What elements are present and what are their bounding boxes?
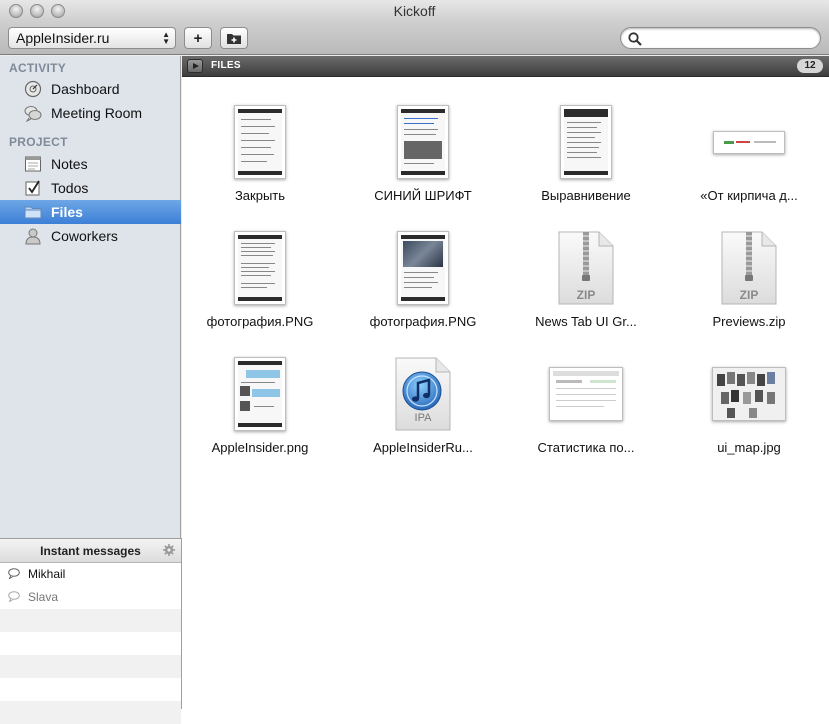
sidebar-item-label: Coworkers <box>51 228 118 244</box>
sidebar: ACTIVITY Dashboard Meeting Room PROJECT <box>0 56 181 538</box>
file-item[interactable]: СИНИЙ ШРИФТ <box>348 100 498 220</box>
sidebar-item-label: Notes <box>51 156 88 172</box>
contact-name: Mikhail <box>28 567 66 581</box>
file-name: фотография.PNG <box>369 314 477 329</box>
file-name: News Tab UI Gr... <box>535 314 637 329</box>
ipa-badge: IPA <box>414 412 432 424</box>
file-item[interactable]: IPA AppleInsiderRu... <box>348 352 498 472</box>
files-view: FILES 12 Закрыть СИНИЙ ШРИФТ Выравнивени… <box>182 56 829 709</box>
notes-icon <box>25 156 41 172</box>
gear-icon[interactable] <box>163 544 175 556</box>
disclosure-button[interactable] <box>187 59 203 73</box>
file-name: Статистика по... <box>537 440 635 455</box>
select-arrows-icon: ▲ ▼ <box>162 30 170 46</box>
folder-add-icon <box>227 33 241 44</box>
window-title: Kickoff <box>393 3 436 19</box>
file-name: СИНИЙ ШРИФТ <box>374 188 472 203</box>
kickoff-window: Kickoff AppleInsider.ru ▲ ▼ + ACTIVITY D… <box>0 0 829 724</box>
project-select-value: AppleInsider.ru <box>16 30 110 46</box>
file-name: «От кирпича д... <box>700 188 798 203</box>
search-icon <box>628 32 642 46</box>
title-toolbar: Kickoff AppleInsider.ru ▲ ▼ + <box>0 0 829 55</box>
file-thumbnail <box>185 226 335 310</box>
checkbox-icon <box>25 180 40 196</box>
empty-row <box>0 655 181 678</box>
chat-bubble-icon <box>8 591 20 602</box>
file-thumbnail: ZIP <box>511 226 661 310</box>
files-section-label: FILES <box>211 60 241 71</box>
add-button[interactable]: + <box>184 27 212 49</box>
empty-row <box>0 609 181 632</box>
sidebar-item-coworkers[interactable]: Coworkers <box>0 224 181 248</box>
instant-messages-panel: Instant messages Mikhail Slava <box>0 538 182 724</box>
sidebar-item-label: Files <box>51 204 83 220</box>
file-thumbnail <box>511 100 661 184</box>
file-thumbnail <box>511 352 661 436</box>
contact-name: Slava <box>28 590 59 604</box>
file-thumbnail: ZIP <box>674 226 824 310</box>
sidebar-item-label: Dashboard <box>51 81 120 97</box>
file-thumbnail <box>674 352 824 436</box>
file-item[interactable]: AppleInsider.png <box>185 352 335 472</box>
zip-badge: ZIP <box>576 288 596 302</box>
dashboard-icon <box>24 80 42 98</box>
file-item[interactable]: Закрыть <box>185 100 335 220</box>
chat-bubble-icon <box>8 568 20 579</box>
contact-row-mikhail[interactable]: Mikhail <box>0 563 181 586</box>
sidebar-item-label: Meeting Room <box>51 105 143 121</box>
project-header: PROJECT <box>9 135 68 149</box>
search-input[interactable] <box>620 27 821 49</box>
file-thumbnail <box>674 100 824 184</box>
file-name: ui_map.jpg <box>717 440 781 455</box>
files-path-bar: FILES 12 <box>182 56 829 77</box>
file-item[interactable]: Выравнивение <box>511 100 661 220</box>
file-item[interactable]: «От кирпича д... <box>674 100 824 220</box>
file-item[interactable]: фотография.PNG <box>348 226 498 346</box>
file-item[interactable]: ZIP News Tab UI Gr... <box>511 226 661 346</box>
file-thumbnail <box>348 100 498 184</box>
file-thumbnail: IPA <box>348 352 498 436</box>
sidebar-item-todos[interactable]: Todos <box>0 176 181 200</box>
zip-badge: ZIP <box>739 288 759 302</box>
instant-messages-header: Instant messages <box>0 539 181 563</box>
file-name: AppleInsiderRu... <box>373 440 473 455</box>
sidebar-item-meeting-room[interactable]: Meeting Room <box>0 101 181 125</box>
file-name: Выравнивение <box>541 188 631 203</box>
file-name: Закрыть <box>234 188 286 203</box>
person-icon <box>25 228 41 245</box>
file-thumbnail <box>348 226 498 310</box>
instant-messages-title: Instant messages <box>40 544 141 558</box>
file-item[interactable]: фотография.PNG <box>185 226 335 346</box>
file-count-badge: 12 <box>797 59 823 73</box>
file-item[interactable]: ZIP Previews.zip <box>674 226 824 346</box>
activity-header: ACTIVITY <box>9 61 67 75</box>
contact-row-slava[interactable]: Slava <box>0 586 181 609</box>
chat-bubbles-icon <box>24 106 42 122</box>
sidebar-item-label: Todos <box>51 180 89 196</box>
new-folder-button[interactable] <box>220 27 248 49</box>
project-select[interactable]: AppleInsider.ru ▲ ▼ <box>8 27 176 49</box>
file-name: Previews.zip <box>712 314 786 329</box>
sidebar-item-files[interactable]: Files <box>0 200 181 224</box>
file-name: фотография.PNG <box>206 314 314 329</box>
file-item[interactable]: Статистика по... <box>511 352 661 472</box>
folder-icon <box>24 206 42 219</box>
sidebar-item-dashboard[interactable]: Dashboard <box>0 77 181 101</box>
sidebar-item-notes[interactable]: Notes <box>0 152 181 176</box>
file-thumbnail <box>185 352 335 436</box>
file-thumbnail <box>185 100 335 184</box>
file-name: AppleInsider.png <box>211 440 309 455</box>
empty-row <box>0 701 181 724</box>
file-item[interactable]: ui_map.jpg <box>674 352 824 472</box>
